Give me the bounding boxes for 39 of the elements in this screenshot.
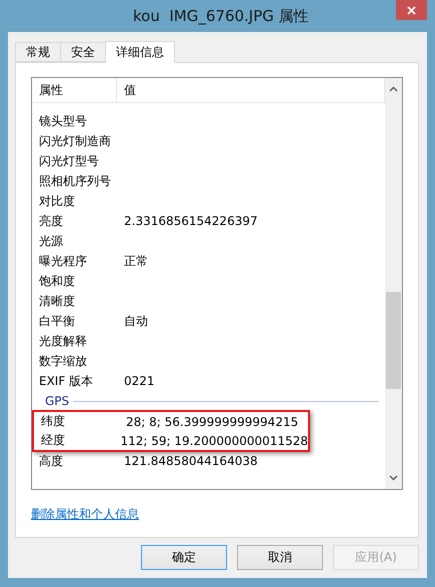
close-icon (407, 6, 416, 14)
group-heading: GPS (45, 394, 70, 408)
property-name: 数字缩放 (38, 352, 88, 370)
property-name: 白平衡 (38, 312, 76, 330)
property-name: EXIF 版本 (38, 372, 94, 390)
tab[interactable]: 详细信息 (105, 41, 175, 63)
scrollbar[interactable] (385, 78, 402, 489)
property-name: 曝光程序 (38, 252, 88, 270)
property-name: 纬度 (40, 413, 66, 430)
tab[interactable]: 安全 (60, 42, 106, 62)
property-name: 照相机序列号 (38, 172, 112, 190)
scroll-up-icon[interactable] (389, 86, 398, 92)
window-title: kou IMG_6760.JPG 属性 (133, 7, 309, 26)
property-value: 正常 (123, 252, 148, 270)
property-value: 0221 (123, 374, 155, 388)
property-name: 高度 (38, 452, 64, 470)
property-name: 闪光灯型号 (38, 152, 100, 170)
tab[interactable]: 常规 (15, 42, 61, 62)
property-name: 镜头型号 (38, 112, 88, 130)
property-name: 光度解释 (38, 332, 88, 350)
property-value: 自动 (123, 312, 148, 330)
dialog-button[interactable]: 取消 (237, 545, 323, 570)
property-name: 清晰度 (38, 292, 76, 310)
property-name: 饱和度 (38, 272, 76, 290)
property-name: 亮度 (38, 212, 64, 230)
property-name: 闪光灯制造商 (38, 132, 112, 150)
remove-properties-link[interactable]: 删除属性和个人信息 (31, 506, 139, 523)
column-header[interactable]: 属性 (32, 78, 117, 102)
property-name: 光源 (38, 232, 64, 250)
property-value: 2.3316856154226397 (123, 214, 258, 228)
dialog-button[interactable]: 确定 (141, 545, 227, 570)
property-name: 经度 (40, 432, 66, 449)
scroll-thumb[interactable] (386, 292, 401, 389)
property-name: 对比度 (38, 192, 76, 210)
property-value: 112; 59; 19.200000000011528 (120, 434, 308, 448)
scroll-down-icon[interactable] (389, 475, 398, 481)
close-button[interactable] (396, 0, 427, 20)
property-value: 121.84858044164038 (123, 454, 258, 468)
property-value: 28; 8; 56.399999999994215 (125, 414, 298, 428)
